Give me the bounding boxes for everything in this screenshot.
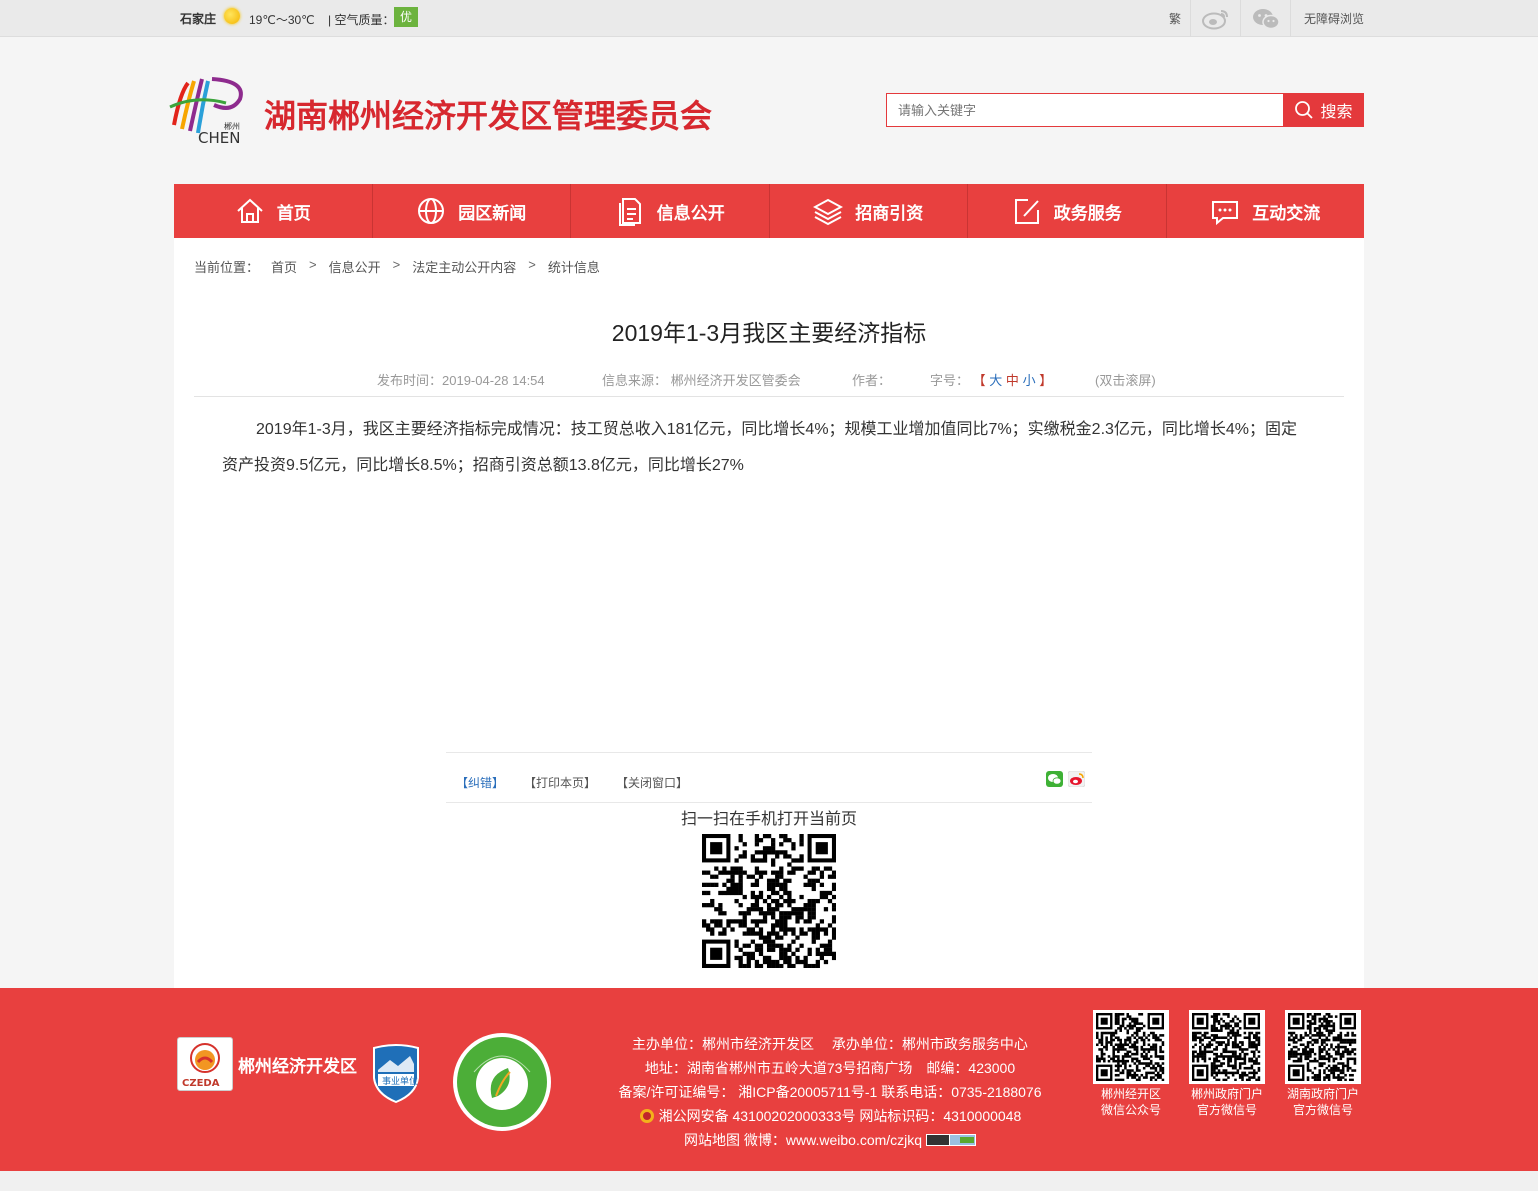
qr-label-line2: 官方微信号 <box>1292 1103 1353 1117</box>
nav-interaction[interactable]: 互动交流 <box>1165 184 1365 238</box>
correct-error-link[interactable]: 【纠错】 <box>456 774 504 791</box>
footer-qr-item: 湖南政府门户 官方微信号 <box>1285 1010 1361 1118</box>
article-title: 2019年1-3月我区主要经济指标 <box>611 320 927 346</box>
czeda-badge[interactable]: CZEDA <box>177 1037 233 1091</box>
document-icon <box>618 198 641 226</box>
nav-label: 首页 <box>276 203 311 223</box>
footer-security[interactable]: 湘公网安备 43100202000333号 网站标识码：4310000048 <box>560 1104 1100 1128</box>
divider <box>194 396 1344 397</box>
weather-temperature: 19℃～30℃ <box>249 13 315 27</box>
nav-label: 招商引资 <box>855 203 924 223</box>
public-institution-badge[interactable]: 事业单位 <box>370 1042 422 1104</box>
home-icon <box>237 198 263 223</box>
nav-home[interactable]: 首页 <box>174 184 372 238</box>
search-icon <box>1295 101 1314 119</box>
footer-qr-item: 郴州政府门户 官方微信号 <box>1189 1010 1265 1118</box>
nav-info-disclosure[interactable]: 信息公开 <box>570 184 769 238</box>
air-quality-badge: 优 <box>394 7 418 27</box>
font-bracket-close: 】 <box>1039 373 1053 388</box>
page-qr-code <box>702 834 836 968</box>
nav-park-news[interactable]: 园区新闻 <box>371 184 571 238</box>
nav-label: 信息公开 <box>656 203 725 223</box>
nav-label: 政务服务 <box>1053 203 1122 223</box>
author: 作者： <box>852 373 892 388</box>
search-input[interactable] <box>886 93 1284 127</box>
footer-sitemap[interactable]: 网站地图 微博：www.weibo.com/czjkq <box>560 1128 1100 1152</box>
double-click-scroll[interactable]: (双击滚屏) <box>1095 370 1156 389</box>
cnzz-icon <box>925 1134 976 1146</box>
font-size-label: 字号： <box>930 373 970 388</box>
article-body: 2019年1-3月，我区主要经济指标完成情况：技工贸总收入181亿元，同比增长4… <box>222 421 1298 474</box>
footer-qr-codes: 郴州经开区 微信公众号 郴州政府门户 官方微信号 湖南政府门户 官方微信号 <box>1093 1010 1361 1118</box>
footer: CZEDA 郴州经济开发区 事业单位 主办单位：郴州市经济开发区 承办单位：郴州… <box>0 988 1538 1171</box>
info-source: 信息来源： 郴州经济开发区管委会 <box>602 373 801 388</box>
qr-label-line2: 官方微信号 <box>1196 1103 1257 1117</box>
bottom-strip <box>0 1171 1538 1191</box>
weibo-icon[interactable] <box>1190 0 1240 37</box>
footer-icp[interactable]: 备案/许可证编号： 湘ICP备20005711号-1 联系电话：0735-218… <box>560 1080 1100 1104</box>
qr-label-line2: 微信公众号 <box>1100 1103 1161 1117</box>
qr-label-line1: 郴州经开区 <box>1100 1087 1161 1101</box>
qr-code-image <box>1096 1013 1165 1082</box>
breadcrumb-home[interactable]: 首页 <box>271 257 297 276</box>
site-title: 湖南郴州经济开发区管理委员会 <box>264 98 713 134</box>
breadcrumb-separator: > <box>528 257 536 272</box>
edit-icon <box>1014 199 1039 224</box>
qr-code-image <box>1192 1013 1261 1082</box>
font-bracket-open: 【 <box>972 373 986 388</box>
police-badge-icon <box>639 1109 654 1123</box>
search-button-label: 搜索 <box>1320 104 1353 121</box>
logo-text: CHEN <box>198 129 240 145</box>
top-bar: 石家庄 19℃～30℃ | 空气质量： 优 繁 无障碍浏览 <box>0 0 1538 37</box>
globe-icon <box>418 198 445 224</box>
breadcrumb-separator: > <box>392 257 401 272</box>
main-content: 当前位置： 首页 > 信息公开 > 法定主动公开内容 > 统计信息 2019年1… <box>174 238 1364 988</box>
share-wechat-icon[interactable] <box>1046 771 1063 787</box>
header: 郴州 CHEN 湖南郴州经济开发区管理委员会 搜索 <box>169 37 1364 184</box>
search-box: 搜索 <box>886 93 1364 127</box>
chat-icon <box>1212 201 1239 226</box>
qr-label-line1: 郴州政府门户 <box>1190 1087 1263 1101</box>
search-button[interactable]: 搜索 <box>1283 93 1364 127</box>
main-nav: 首页 园区新闻 信息公开 招商引资 政务服务 互动交流 <box>174 184 1364 238</box>
air-quality-label: | 空气质量： <box>328 13 395 27</box>
footer-org-name: 郴州经济开发区 <box>238 1057 357 1076</box>
breadcrumb-statutory[interactable]: 法定主动公开内容 <box>412 257 516 276</box>
font-large-button[interactable]: 大 <box>989 373 1002 388</box>
nav-label: 园区新闻 <box>458 203 527 223</box>
publish-time: 发布时间：2019-04-28 14:54 <box>377 373 545 388</box>
breadcrumb-info-disclosure[interactable]: 信息公开 <box>329 257 381 276</box>
breadcrumb-label: 当前位置： <box>194 260 260 275</box>
weather-city: 石家庄 <box>180 12 217 26</box>
breadcrumb-separator: > <box>309 257 317 272</box>
footer-address: 地址：湖南省郴州市五岭大道73号招商广场 邮编：423000 <box>644 1060 1016 1076</box>
nav-government-service[interactable]: 政务服务 <box>967 184 1166 238</box>
print-page-link[interactable]: 【打印本页】 <box>524 774 596 791</box>
wechat-icon[interactable] <box>1240 0 1290 37</box>
traditional-chinese-link[interactable]: 繁 <box>1160 0 1190 37</box>
layers-icon <box>813 198 844 226</box>
nav-label: 互动交流 <box>1252 203 1321 223</box>
nav-investment[interactable]: 招商引资 <box>768 184 968 238</box>
breadcrumb-statistics[interactable]: 统计信息 <box>548 257 600 276</box>
qr-label-line1: 湖南政府门户 <box>1286 1087 1359 1101</box>
shield-text: 事业单位 <box>382 1075 418 1087</box>
sun-icon <box>224 8 240 24</box>
font-small-button[interactable]: 小 <box>1023 373 1036 388</box>
font-medium-button[interactable]: 中 <box>1006 373 1019 388</box>
font-size-control: 字号： 【 大 中 小 】 <box>930 370 1052 389</box>
article-tools: 【纠错】 【打印本页】 【关闭窗口】 <box>446 752 1092 803</box>
footer-qr-item: 郴州经开区 微信公众号 <box>1093 1010 1169 1118</box>
breadcrumb: 当前位置： 首页 > 信息公开 > 法定主动公开内容 > 统计信息 <box>194 257 612 276</box>
footer-info: 主办单位：郴州市经济开发区 承办单位：郴州市政务服务中心 地址：湖南省郴州市五岭… <box>560 1032 1100 1152</box>
qr-code-image <box>1288 1013 1357 1082</box>
share-weibo-icon[interactable] <box>1068 771 1085 787</box>
civilization-site-badge[interactable] <box>452 1032 552 1132</box>
qr-caption: 扫一扫在手机打开当前页 <box>680 811 857 828</box>
site-logo[interactable]: 郴州 CHEN <box>166 73 250 147</box>
czeda-badge-text: CZEDA <box>182 1078 220 1089</box>
accessibility-link[interactable]: 无障碍浏览 <box>1290 0 1364 37</box>
close-window-link[interactable]: 【关闭窗口】 <box>616 774 688 791</box>
footer-sponsor: 主办单位：郴州市经济开发区 承办单位：郴州市政务服务中心 <box>632 1036 1028 1052</box>
